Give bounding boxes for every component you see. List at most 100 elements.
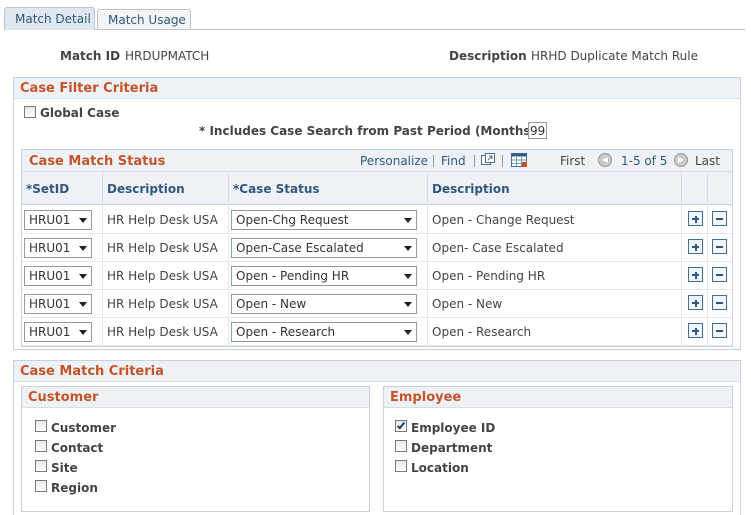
dropdown-arrow-icon (79, 330, 87, 335)
view-all-icon[interactable] (481, 153, 496, 167)
tab-match-detail[interactable]: Match Detail (4, 7, 95, 30)
global-case-checkbox[interactable] (24, 106, 36, 118)
dropdown-arrow-icon (79, 218, 87, 223)
past-period-input[interactable]: 99 (528, 122, 547, 139)
description-value: HRHD Duplicate Match Rule (531, 49, 698, 63)
setid-description: HR Help Desk USA (107, 297, 218, 311)
setid-description: HR Help Desk USA (107, 241, 218, 255)
dropdown-arrow-icon (404, 246, 412, 251)
setid-value: HRU01 (29, 269, 71, 283)
case-status-select[interactable]: Open - New (231, 294, 417, 314)
setid-value: HRU01 (29, 213, 71, 227)
delete-row-button[interactable] (712, 211, 727, 226)
column-add (682, 172, 708, 205)
setid-select[interactable]: HRU01 (24, 266, 92, 286)
table-row: HRU01 HR Help Desk USA Open - Pending HR Op… (22, 262, 732, 290)
last-label: Last (695, 154, 720, 168)
customer-label: Customer (51, 421, 117, 435)
region-label: Region (51, 481, 98, 495)
delete-row-button[interactable] (712, 239, 727, 254)
dropdown-arrow-icon (404, 302, 412, 307)
setid-value: HRU01 (29, 325, 71, 339)
column-setid: *SetID (22, 172, 103, 205)
employee-id-checkbox[interactable] (395, 420, 407, 432)
column-delete (708, 172, 732, 205)
table-row: HRU01 HR Help Desk USA Open - New Open - Ne… (22, 290, 732, 318)
customer-group-title: Customer (22, 387, 369, 408)
employee-group-title: Employee (384, 387, 732, 408)
dropdown-arrow-icon (404, 274, 412, 279)
dropdown-arrow-icon (404, 330, 412, 335)
dropdown-arrow-icon (404, 218, 412, 223)
case-status-select[interactable]: Open-Case Escalated (231, 238, 417, 258)
case-status-description: Open - Pending HR (432, 269, 546, 283)
column-case-status: *Case Status (229, 172, 428, 205)
site-checkbox[interactable] (35, 460, 47, 472)
case-status-description: Open - Change Request (432, 213, 575, 227)
case-status-description: Open- Case Escalated (432, 241, 564, 255)
tab-divider (4, 29, 745, 30)
global-case-label: Global Case (40, 106, 120, 120)
case-status-value: Open - New (236, 297, 307, 311)
nav-separator (502, 155, 503, 167)
case-status-select[interactable]: Open - Pending HR (231, 266, 417, 286)
setid-select[interactable]: HRU01 (24, 238, 92, 258)
setid-description: HR Help Desk USA (107, 269, 218, 283)
setid-select[interactable]: HRU01 (24, 210, 92, 230)
delete-row-button[interactable] (712, 323, 727, 338)
setid-description: HR Help Desk USA (107, 325, 218, 339)
department-checkbox[interactable] (395, 440, 407, 452)
case-match-criteria-title: Case Match Criteria (14, 361, 740, 382)
description-label: Description (449, 49, 527, 63)
dropdown-arrow-icon (79, 274, 87, 279)
contact-checkbox[interactable] (35, 440, 47, 452)
case-status-select[interactable]: Open - Research (231, 322, 417, 342)
table-row: HRU01 HR Help Desk USA Open-Case Escalated… (22, 234, 732, 262)
find-link[interactable]: Find (441, 154, 466, 168)
delete-row-button[interactable] (712, 267, 727, 282)
grid-header-bar: Case Match Status Personalize Find First… (22, 150, 732, 172)
personalize-link[interactable]: Personalize (360, 154, 428, 168)
dropdown-arrow-icon (79, 246, 87, 251)
past-period-label: * Includes Case Search from Past Period … (199, 124, 537, 138)
add-row-button[interactable] (688, 267, 703, 282)
tab-match-usage[interactable]: Match Usage (97, 9, 191, 29)
grid-title: Case Match Status (29, 154, 166, 169)
setid-description: HR Help Desk USA (107, 213, 218, 227)
add-row-button[interactable] (688, 211, 703, 226)
location-label: Location (411, 461, 469, 475)
case-status-description: Open - New (432, 297, 503, 311)
setid-select[interactable]: HRU01 (24, 322, 92, 342)
match-id-value: HRDUPMATCH (125, 49, 210, 63)
delete-row-button[interactable] (712, 295, 727, 310)
case-status-value: Open - Pending HR (236, 269, 350, 283)
case-status-value: Open-Chg Request (236, 213, 349, 227)
case-filter-criteria-title: Case Filter Criteria (14, 78, 740, 99)
add-row-button[interactable] (688, 239, 703, 254)
site-label: Site (51, 461, 78, 475)
previous-icon[interactable]: ◀ (598, 153, 612, 167)
location-checkbox[interactable] (395, 460, 407, 472)
contact-label: Contact (51, 441, 104, 455)
next-icon[interactable]: ▶ (674, 153, 688, 167)
table-row: HRU01 HR Help Desk USA Open - Research Open… (22, 318, 732, 346)
case-status-select[interactable]: Open-Chg Request (231, 210, 417, 230)
setid-value: HRU01 (29, 241, 71, 255)
column-description: Description (103, 172, 229, 205)
customer-checkbox[interactable] (35, 420, 47, 432)
nav-separator (433, 155, 434, 167)
first-label: First (560, 154, 586, 168)
match-id-label: Match ID (60, 49, 121, 63)
department-label: Department (411, 441, 493, 455)
checkmark-icon (396, 420, 406, 430)
add-row-button[interactable] (688, 323, 703, 338)
region-checkbox[interactable] (35, 480, 47, 492)
employee-id-label: Employee ID (411, 421, 496, 435)
table-row: HRU01 HR Help Desk USA Open-Chg Request Ope… (22, 206, 732, 234)
case-match-status-grid: Case Match Status Personalize Find First… (21, 149, 733, 347)
download-grid-icon[interactable] (511, 153, 528, 168)
case-status-description: Open - Research (432, 325, 532, 339)
setid-select[interactable]: HRU01 (24, 294, 92, 314)
range-text: 1-5 of 5 (621, 154, 668, 168)
add-row-button[interactable] (688, 295, 703, 310)
